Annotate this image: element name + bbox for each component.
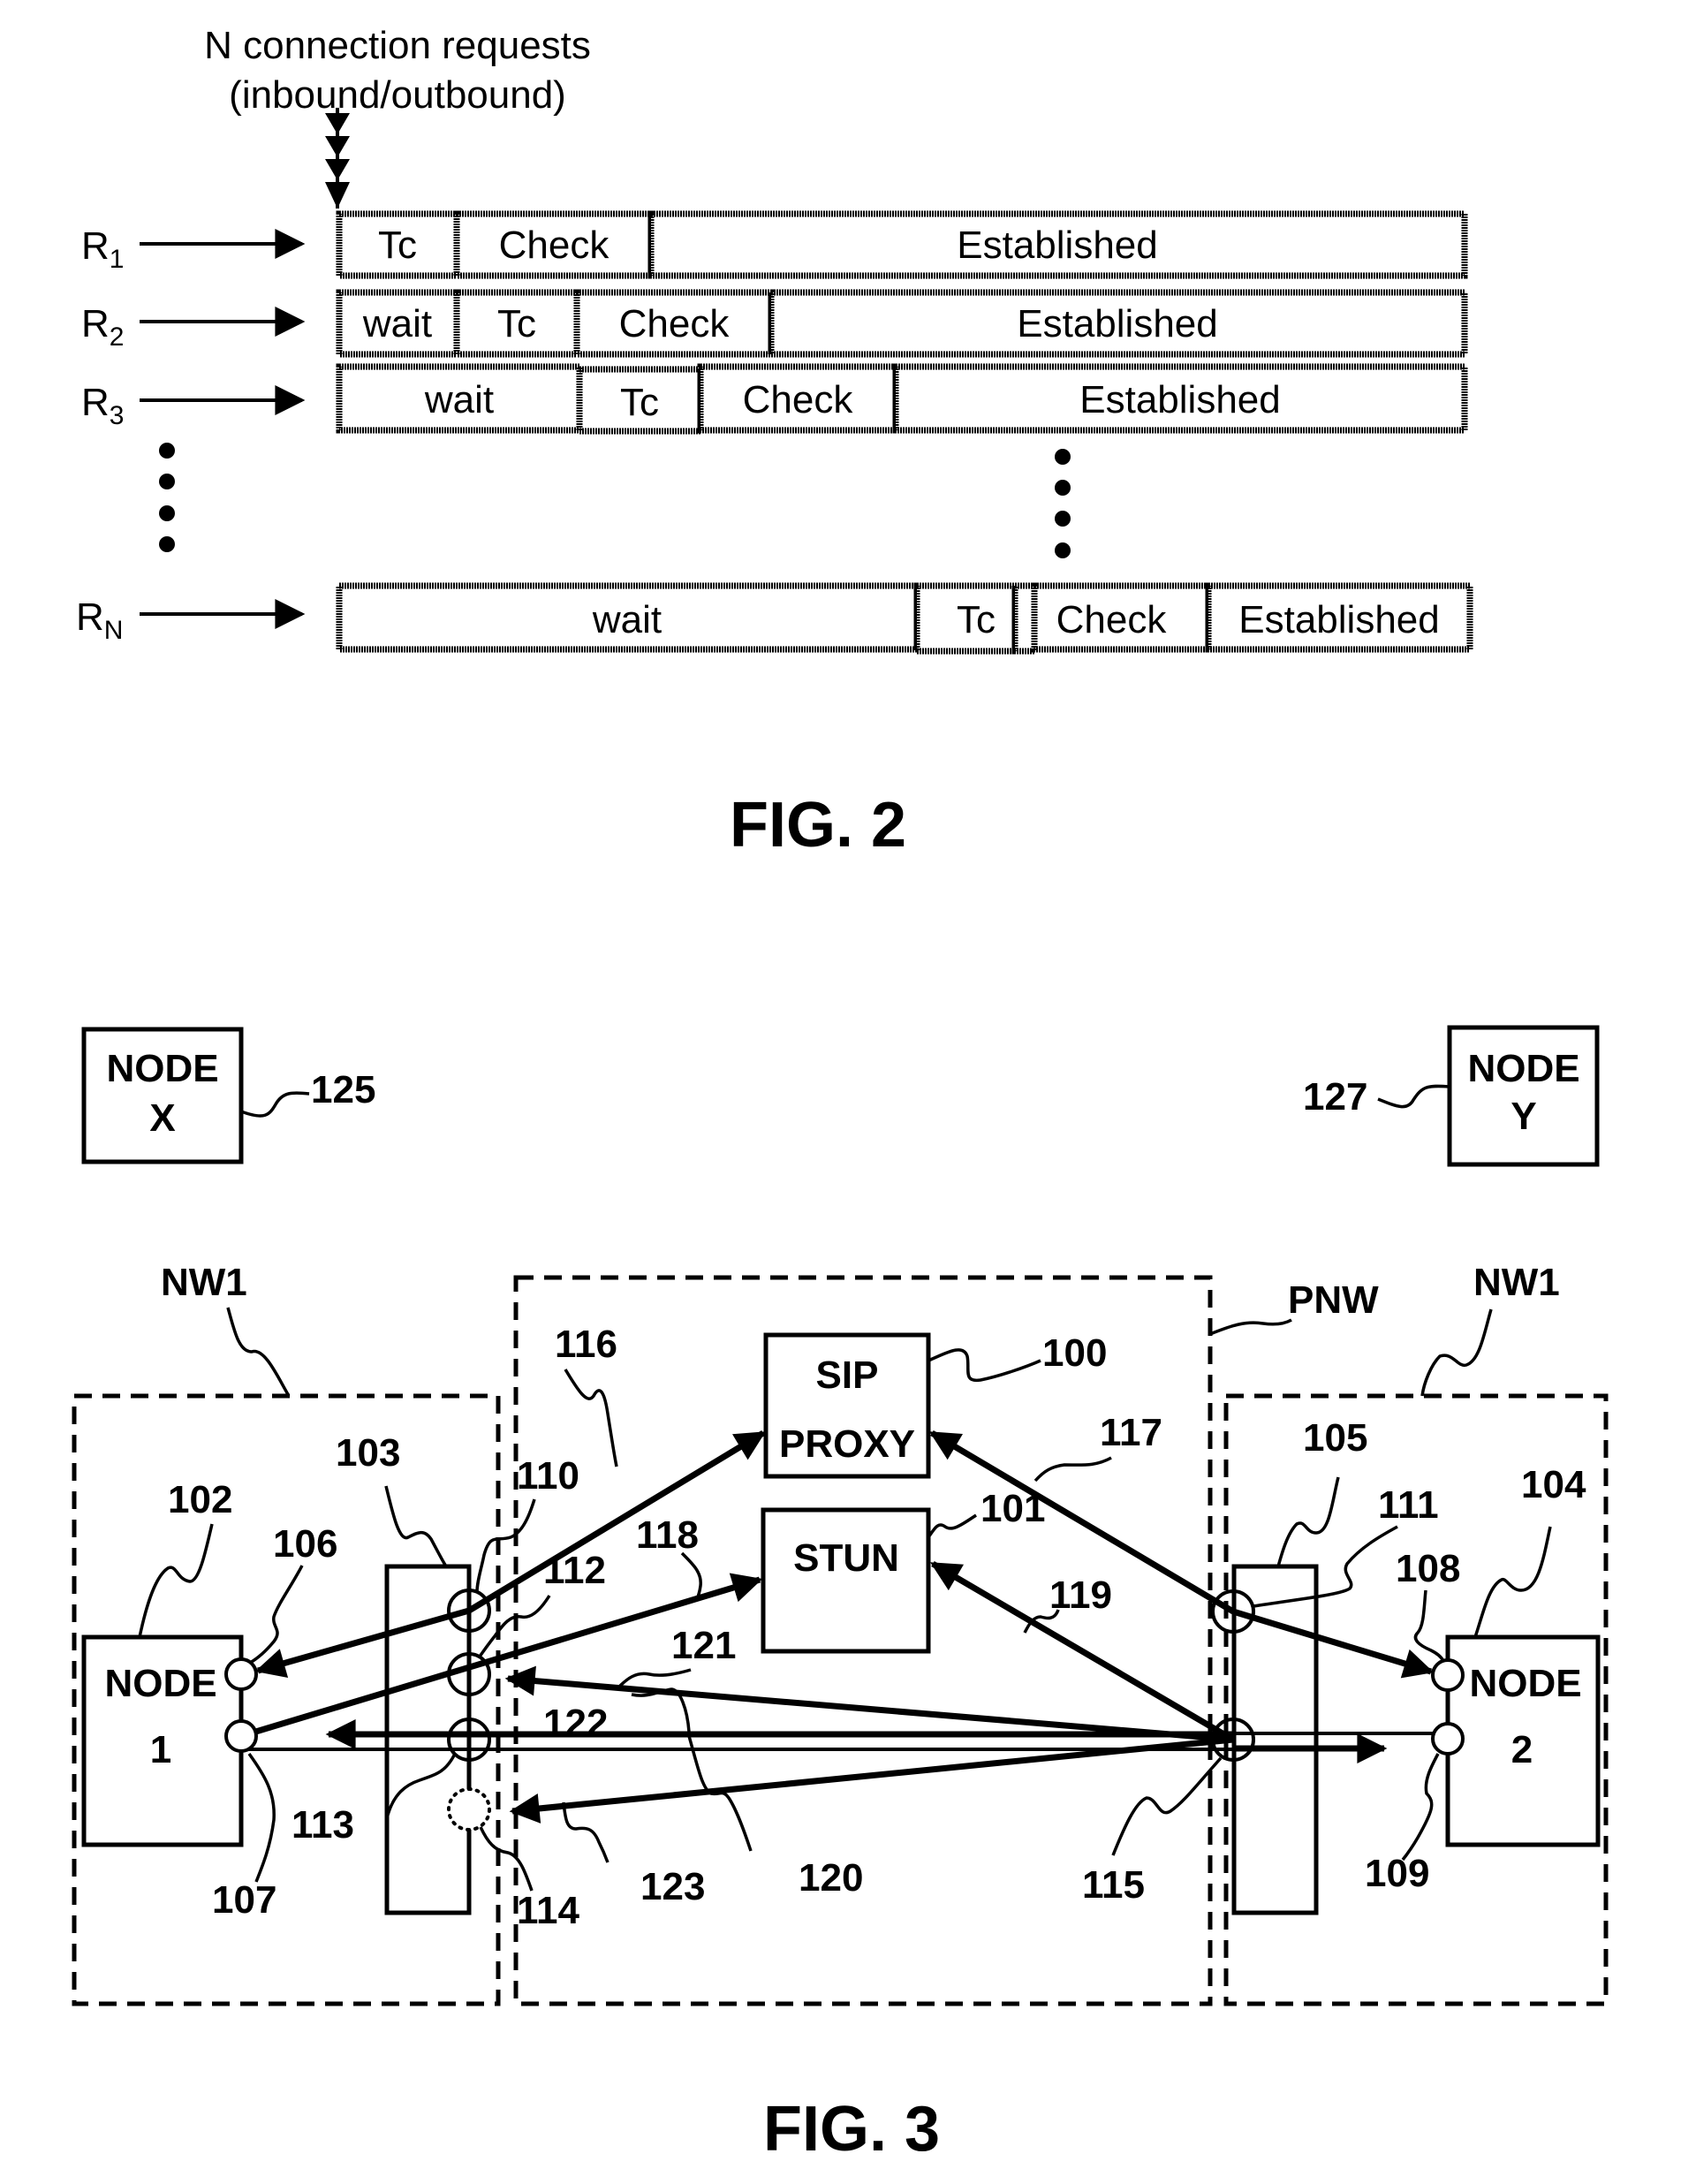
ref-114: 114: [517, 1889, 580, 1932]
label-pnw: PNW: [1288, 1278, 1379, 1322]
svg-text:R2: R2: [81, 302, 124, 352]
ref-107: 107: [212, 1878, 276, 1922]
sip-label: SIP: [816, 1354, 879, 1397]
fig2-title-line1: N connection requests: [204, 24, 591, 67]
port-114: [447, 1787, 491, 1831]
segment-label: Tc: [378, 224, 417, 267]
segment-label: wait: [362, 302, 432, 345]
timeline-r3: wait Tc Check Established: [336, 363, 1468, 435]
ref-121: 121: [671, 1624, 736, 1667]
node-2-id: 2: [1511, 1728, 1533, 1771]
segment-label: Tc: [497, 302, 536, 345]
request-arrows-icon: [325, 108, 350, 209]
row-r1: R1: [81, 224, 306, 274]
ref-122: 122: [543, 1702, 608, 1745]
timeline-rn: wait Tc Check Established: [336, 582, 1473, 655]
port-107: [224, 1719, 258, 1753]
segment-label: Check: [499, 224, 610, 267]
node-2-label: NODE: [1469, 1662, 1581, 1705]
segment-label: Check: [743, 378, 854, 421]
fig3: NODE X 125 NODE Y 127 NW1 PNW NW1 SIP PR…: [72, 1025, 1609, 2165]
node-y-id: Y: [1510, 1095, 1536, 1138]
row-label: R: [81, 302, 110, 345]
proxy-label: PROXY: [779, 1422, 915, 1466]
ref-105: 105: [1303, 1416, 1367, 1460]
fig2-title-line2: (inbound/outbound): [229, 73, 566, 117]
ref-103: 103: [336, 1431, 400, 1475]
ref-125: 125: [311, 1068, 375, 1111]
segment-label: wait: [424, 378, 494, 421]
ref-113: 113: [292, 1803, 354, 1847]
fig2-caption: FIG. 2: [730, 790, 906, 861]
row-subscript: 3: [110, 401, 125, 430]
ref-115: 115: [1082, 1863, 1145, 1907]
node-1-label: NODE: [104, 1662, 216, 1705]
fig2: N connection requests (inbound/outbound)…: [76, 24, 1473, 861]
row-label: R: [76, 595, 104, 639]
node-y: NODE Y 127: [1303, 1025, 1600, 1167]
node-y-label: NODE: [1467, 1047, 1579, 1090]
sip-proxy: SIP PROXY 100: [763, 1331, 1107, 1479]
ref-102: 102: [168, 1478, 232, 1521]
node-x-id: X: [149, 1096, 175, 1140]
ref-100: 100: [1042, 1331, 1107, 1375]
fig3-caption: FIG. 3: [763, 2094, 940, 2165]
label-nw1-right: NW1: [1473, 1261, 1560, 1304]
ref-123: 123: [640, 1865, 705, 1908]
ref-110: 110: [517, 1454, 579, 1498]
row-label: R: [81, 224, 110, 268]
timeline-r1: Tc Check Established: [336, 210, 1468, 279]
svg-text:R1: R1: [81, 224, 124, 274]
svg-text:R3: R3: [81, 381, 124, 430]
node-x: NODE X 125: [81, 1027, 375, 1164]
row-subscript: 2: [110, 322, 125, 352]
segment-label: Check: [619, 302, 731, 345]
ref-104: 104: [1521, 1463, 1586, 1506]
segment-label: Tc: [957, 598, 996, 641]
ellipsis-right-icon: [1055, 449, 1071, 558]
port-109: [1431, 1722, 1465, 1756]
segment-label: Check: [1056, 598, 1168, 641]
row-subscript: N: [104, 616, 124, 645]
ref-112: 112: [543, 1549, 606, 1592]
nat-right: 105: [1231, 1416, 1367, 1915]
ellipsis-left-icon: [159, 443, 175, 552]
ref-127: 127: [1303, 1075, 1367, 1119]
label-nw1-left: NW1: [161, 1261, 247, 1304]
node-1-id: 1: [150, 1728, 171, 1771]
stun-label: STUN: [793, 1536, 899, 1580]
segment-label: wait: [592, 598, 662, 641]
port-106: [224, 1657, 258, 1691]
segment-label: Established: [1017, 302, 1217, 345]
segment-label: Established: [957, 224, 1157, 267]
patent-figures: N connection requests (inbound/outbound)…: [72, 24, 1609, 2165]
port-108: [1431, 1658, 1465, 1692]
row-r2: R2: [81, 302, 306, 352]
row-rn: RN: [76, 595, 306, 645]
segment-label: Tc: [620, 381, 659, 424]
ref-111: 111: [1378, 1483, 1439, 1527]
timeline-r2: wait Tc Check Established: [336, 289, 1468, 358]
row-r3: R3: [81, 381, 306, 430]
ref-120: 120: [799, 1856, 863, 1900]
ref-117: 117: [1100, 1411, 1162, 1454]
svg-text:RN: RN: [76, 595, 123, 645]
ref-118: 118: [636, 1513, 699, 1557]
arrow-121: [504, 1665, 1234, 1743]
ref-109: 109: [1365, 1852, 1429, 1895]
node-2: NODE 2 104: [1445, 1463, 1601, 1847]
segment-label: Established: [1238, 598, 1439, 641]
ref-116: 116: [555, 1323, 617, 1366]
node-1: NODE 1 102: [81, 1478, 244, 1847]
node-x-label: NODE: [106, 1047, 218, 1090]
ref-108: 108: [1396, 1547, 1460, 1590]
ref-106: 106: [273, 1522, 337, 1566]
row-label: R: [81, 381, 110, 424]
stun-server: STUN 101: [761, 1487, 1045, 1654]
row-subscript: 1: [110, 245, 125, 274]
segment-label: Established: [1079, 378, 1280, 421]
